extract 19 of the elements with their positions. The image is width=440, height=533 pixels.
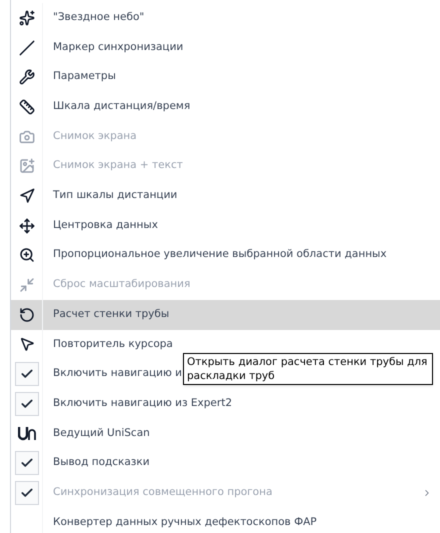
menu-item-label: Сброс масштабирования [53,277,190,292]
menu-item-label: Расчет стенки трубы [53,306,170,322]
menu-item-label: Включить навигацию и [53,366,182,382]
menu-item-label: "Звездное небо" [53,10,144,25]
menu-item-label: Тип шкалы дистанции [53,188,178,204]
menu-item-label: Вывод подсказки [53,455,150,470]
menu-item-label: Включить навигацию из Expert2 [53,396,232,411]
menu-item-label: Параметры [53,69,116,84]
menu-item-label: Снимок экрана + текст [53,158,183,174]
menu-item-label: Снимок экрана [53,128,137,144]
menu-item-label: Синхронизация совмещенного прогона [53,484,272,500]
menu-item-label: Пропорциональное увеличение выбранной области данных [53,247,387,262]
menu-item-label: Шкала дистанция/время [53,99,190,114]
menu-item-label: Ведущий UniScan [53,426,150,441]
menu-item-label: Конвертер данных ручных дефектоскопов ФАР [53,514,317,530]
menu-item-label: Центровка данных [53,218,158,233]
menu-item-label: Маркер синхронизации [53,40,184,55]
tooltip: Открыть диалог расчета стенки трубы для раскладки труб [183,353,433,385]
menu-item-label: Повторитель курсора [53,336,173,352]
